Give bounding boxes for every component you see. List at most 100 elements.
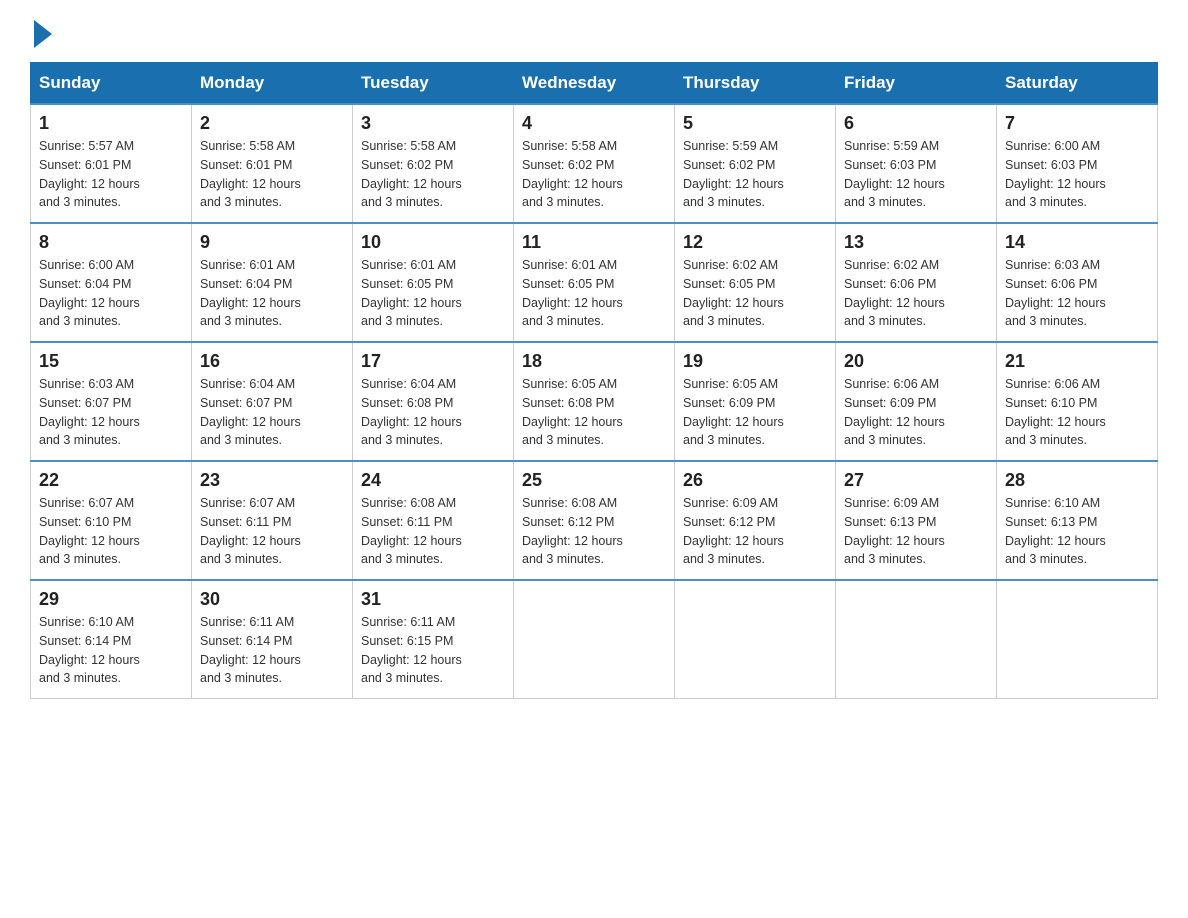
week-row-1: 1 Sunrise: 5:57 AMSunset: 6:01 PMDaylight… xyxy=(31,104,1158,223)
day-number: 27 xyxy=(844,470,988,491)
day-info: Sunrise: 6:09 AMSunset: 6:13 PMDaylight:… xyxy=(844,494,988,569)
day-info: Sunrise: 6:04 AMSunset: 6:07 PMDaylight:… xyxy=(200,375,344,450)
day-number: 30 xyxy=(200,589,344,610)
day-info: Sunrise: 5:58 AMSunset: 6:01 PMDaylight:… xyxy=(200,137,344,212)
day-info: Sunrise: 6:10 AMSunset: 6:14 PMDaylight:… xyxy=(39,613,183,688)
day-info: Sunrise: 6:08 AMSunset: 6:11 PMDaylight:… xyxy=(361,494,505,569)
header-saturday: Saturday xyxy=(997,63,1158,105)
calendar-cell: 14Sunrise: 6:03 AMSunset: 6:06 PMDayligh… xyxy=(997,223,1158,342)
day-info: Sunrise: 6:08 AMSunset: 6:12 PMDaylight:… xyxy=(522,494,666,569)
day-number: 22 xyxy=(39,470,183,491)
calendar-cell: 31 Sunrise: 6:11 AMSunset: 6:15 PMDayligh… xyxy=(353,580,514,699)
day-number: 1 xyxy=(39,113,183,134)
calendar-cell xyxy=(514,580,675,699)
day-number: 19 xyxy=(683,351,827,372)
calendar-cell: 4 Sunrise: 5:58 AMSunset: 6:02 PMDaylight… xyxy=(514,104,675,223)
day-number: 15 xyxy=(39,351,183,372)
day-number: 3 xyxy=(361,113,505,134)
header-wednesday: Wednesday xyxy=(514,63,675,105)
calendar-cell: 28 Sunrise: 6:10 AMSunset: 6:13 PMDayligh… xyxy=(997,461,1158,580)
logo-top xyxy=(30,20,54,48)
day-number: 2 xyxy=(200,113,344,134)
calendar-cell: 19Sunrise: 6:05 AMSunset: 6:09 PMDayligh… xyxy=(675,342,836,461)
calendar-cell: 25 Sunrise: 6:08 AMSunset: 6:12 PMDayligh… xyxy=(514,461,675,580)
day-info: Sunrise: 6:01 AMSunset: 6:05 PMDaylight:… xyxy=(522,256,666,331)
calendar-cell: 17 Sunrise: 6:04 AMSunset: 6:08 PMDayligh… xyxy=(353,342,514,461)
day-info: Sunrise: 6:06 AMSunset: 6:10 PMDaylight:… xyxy=(1005,375,1149,450)
day-info: Sunrise: 6:07 AMSunset: 6:11 PMDaylight:… xyxy=(200,494,344,569)
header-thursday: Thursday xyxy=(675,63,836,105)
calendar-cell: 15Sunrise: 6:03 AMSunset: 6:07 PMDayligh… xyxy=(31,342,192,461)
calendar-cell: 20 Sunrise: 6:06 AMSunset: 6:09 PMDayligh… xyxy=(836,342,997,461)
day-number: 8 xyxy=(39,232,183,253)
calendar-cell: 27 Sunrise: 6:09 AMSunset: 6:13 PMDayligh… xyxy=(836,461,997,580)
calendar-cell: 24 Sunrise: 6:08 AMSunset: 6:11 PMDayligh… xyxy=(353,461,514,580)
calendar-cell: 26Sunrise: 6:09 AMSunset: 6:12 PMDayligh… xyxy=(675,461,836,580)
day-number: 4 xyxy=(522,113,666,134)
day-info: Sunrise: 5:58 AMSunset: 6:02 PMDaylight:… xyxy=(522,137,666,212)
header-friday: Friday xyxy=(836,63,997,105)
day-number: 16 xyxy=(200,351,344,372)
day-info: Sunrise: 5:58 AMSunset: 6:02 PMDaylight:… xyxy=(361,137,505,212)
day-number: 10 xyxy=(361,232,505,253)
day-info: Sunrise: 5:57 AMSunset: 6:01 PMDaylight:… xyxy=(39,137,183,212)
day-info: Sunrise: 6:10 AMSunset: 6:13 PMDaylight:… xyxy=(1005,494,1149,569)
header-tuesday: Tuesday xyxy=(353,63,514,105)
day-number: 11 xyxy=(522,232,666,253)
day-number: 28 xyxy=(1005,470,1149,491)
header-sunday: Sunday xyxy=(31,63,192,105)
day-info: Sunrise: 6:02 AMSunset: 6:05 PMDaylight:… xyxy=(683,256,827,331)
day-info: Sunrise: 6:03 AMSunset: 6:06 PMDaylight:… xyxy=(1005,256,1149,331)
header-monday: Monday xyxy=(192,63,353,105)
day-number: 18 xyxy=(522,351,666,372)
calendar-header: SundayMondayTuesdayWednesdayThursdayFrid… xyxy=(31,63,1158,105)
day-number: 29 xyxy=(39,589,183,610)
day-info: Sunrise: 6:07 AMSunset: 6:10 PMDaylight:… xyxy=(39,494,183,569)
day-number: 9 xyxy=(200,232,344,253)
calendar-cell xyxy=(997,580,1158,699)
day-number: 31 xyxy=(361,589,505,610)
day-info: Sunrise: 6:01 AMSunset: 6:04 PMDaylight:… xyxy=(200,256,344,331)
day-info: Sunrise: 6:11 AMSunset: 6:14 PMDaylight:… xyxy=(200,613,344,688)
week-row-3: 15Sunrise: 6:03 AMSunset: 6:07 PMDayligh… xyxy=(31,342,1158,461)
day-info: Sunrise: 6:02 AMSunset: 6:06 PMDaylight:… xyxy=(844,256,988,331)
calendar-cell: 29 Sunrise: 6:10 AMSunset: 6:14 PMDayligh… xyxy=(31,580,192,699)
calendar-cell: 3 Sunrise: 5:58 AMSunset: 6:02 PMDaylight… xyxy=(353,104,514,223)
day-number: 21 xyxy=(1005,351,1149,372)
day-number: 25 xyxy=(522,470,666,491)
calendar-table: SundayMondayTuesdayWednesdayThursdayFrid… xyxy=(30,62,1158,699)
calendar-cell: 16 Sunrise: 6:04 AMSunset: 6:07 PMDayligh… xyxy=(192,342,353,461)
week-row-2: 8 Sunrise: 6:00 AMSunset: 6:04 PMDaylight… xyxy=(31,223,1158,342)
day-info: Sunrise: 6:04 AMSunset: 6:08 PMDaylight:… xyxy=(361,375,505,450)
day-info: Sunrise: 6:05 AMSunset: 6:08 PMDaylight:… xyxy=(522,375,666,450)
day-number: 13 xyxy=(844,232,988,253)
calendar-cell: 8 Sunrise: 6:00 AMSunset: 6:04 PMDaylight… xyxy=(31,223,192,342)
calendar-cell: 12Sunrise: 6:02 AMSunset: 6:05 PMDayligh… xyxy=(675,223,836,342)
logo xyxy=(30,20,54,44)
calendar-cell: 6 Sunrise: 5:59 AMSunset: 6:03 PMDaylight… xyxy=(836,104,997,223)
day-info: Sunrise: 5:59 AMSunset: 6:03 PMDaylight:… xyxy=(844,137,988,212)
calendar-cell: 5 Sunrise: 5:59 AMSunset: 6:02 PMDaylight… xyxy=(675,104,836,223)
day-info: Sunrise: 6:00 AMSunset: 6:04 PMDaylight:… xyxy=(39,256,183,331)
logo-arrow-icon xyxy=(34,20,52,48)
day-number: 24 xyxy=(361,470,505,491)
calendar-cell: 18 Sunrise: 6:05 AMSunset: 6:08 PMDayligh… xyxy=(514,342,675,461)
calendar-cell: 23Sunrise: 6:07 AMSunset: 6:11 PMDayligh… xyxy=(192,461,353,580)
day-number: 6 xyxy=(844,113,988,134)
page-header xyxy=(30,20,1158,44)
calendar-cell: 11 Sunrise: 6:01 AMSunset: 6:05 PMDayligh… xyxy=(514,223,675,342)
calendar-cell: 1 Sunrise: 5:57 AMSunset: 6:01 PMDaylight… xyxy=(31,104,192,223)
day-number: 20 xyxy=(844,351,988,372)
day-info: Sunrise: 5:59 AMSunset: 6:02 PMDaylight:… xyxy=(683,137,827,212)
calendar-cell: 7Sunrise: 6:00 AMSunset: 6:03 PMDaylight… xyxy=(997,104,1158,223)
calendar-cell: 10Sunrise: 6:01 AMSunset: 6:05 PMDayligh… xyxy=(353,223,514,342)
day-info: Sunrise: 6:11 AMSunset: 6:15 PMDaylight:… xyxy=(361,613,505,688)
calendar-cell: 13 Sunrise: 6:02 AMSunset: 6:06 PMDayligh… xyxy=(836,223,997,342)
header-row: SundayMondayTuesdayWednesdayThursdayFrid… xyxy=(31,63,1158,105)
calendar-cell: 22 Sunrise: 6:07 AMSunset: 6:10 PMDayligh… xyxy=(31,461,192,580)
calendar-cell: 30 Sunrise: 6:11 AMSunset: 6:14 PMDayligh… xyxy=(192,580,353,699)
week-row-4: 22 Sunrise: 6:07 AMSunset: 6:10 PMDayligh… xyxy=(31,461,1158,580)
day-number: 17 xyxy=(361,351,505,372)
day-info: Sunrise: 6:06 AMSunset: 6:09 PMDaylight:… xyxy=(844,375,988,450)
day-number: 5 xyxy=(683,113,827,134)
